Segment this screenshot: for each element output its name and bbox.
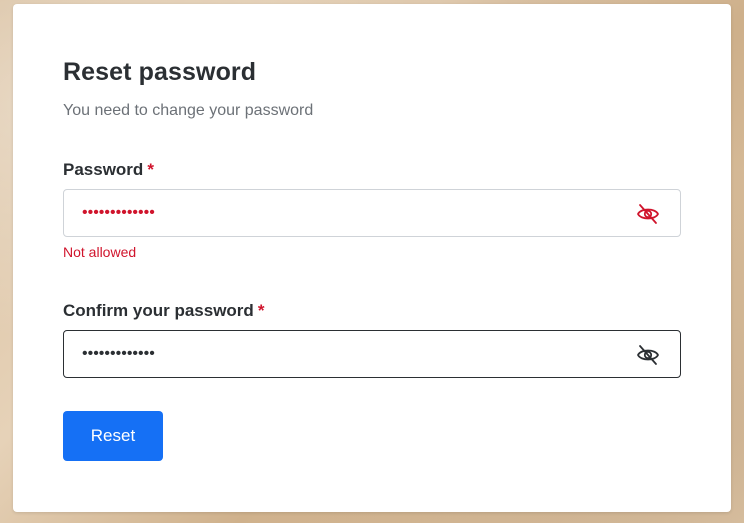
password-error-message: Not allowed xyxy=(63,244,137,260)
eye-slash-icon[interactable] xyxy=(636,203,660,225)
reset-password-card: Reset password You need to change your p… xyxy=(13,4,731,512)
page-subtitle: You need to change your password xyxy=(63,102,314,119)
required-mark: * xyxy=(257,301,265,320)
required-mark: * xyxy=(147,160,154,179)
password-label: Password * xyxy=(63,160,154,180)
confirm-password-label-text: Confirm your password xyxy=(63,301,254,320)
password-value: ••••••••••••• xyxy=(82,204,155,221)
confirm-password-label: Confirm your password * xyxy=(63,301,264,321)
reset-button[interactable]: Reset xyxy=(63,411,163,461)
confirm-password-value: ••••••••••••• xyxy=(82,345,155,362)
confirm-password-field[interactable]: ••••••••••••• xyxy=(63,330,681,378)
eye-slash-icon[interactable] xyxy=(636,344,660,366)
password-label-text: Password xyxy=(63,160,144,179)
page-title: Reset password xyxy=(63,58,257,86)
password-field[interactable]: ••••••••••••• xyxy=(63,189,681,237)
